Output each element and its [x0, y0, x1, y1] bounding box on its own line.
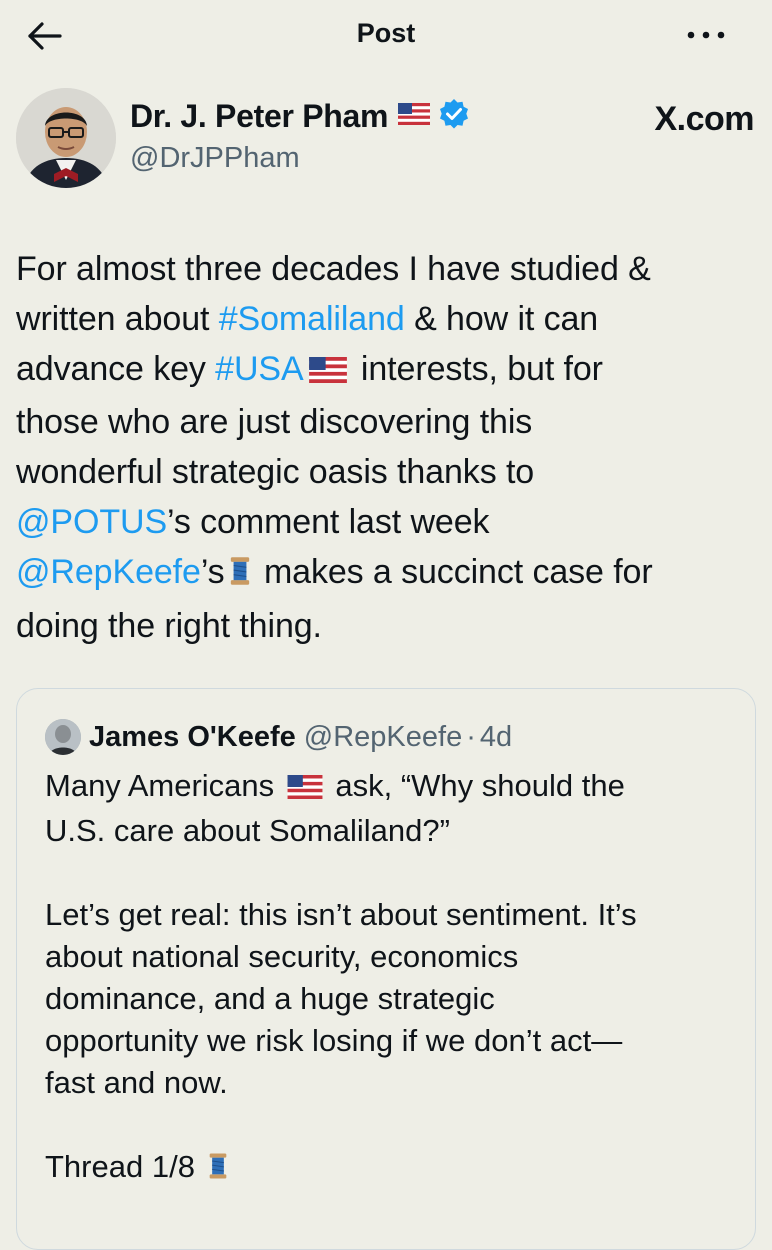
- post-line: wonderful strategic oasis thanks to: [16, 447, 756, 497]
- text-segment: doing the right thing.: [16, 607, 322, 645]
- mention-link[interactable]: @POTUS: [16, 503, 167, 541]
- more-options-button[interactable]: [678, 14, 738, 54]
- post-body: For almost three decades I have studied …: [16, 244, 756, 651]
- text-segment: For almost three decades I have studied …: [16, 250, 651, 288]
- post-line: @POTUS’s comment last week: [16, 497, 756, 547]
- top-bar: Post: [0, 0, 772, 72]
- quote-line: dominance, and a huge strategic: [45, 978, 745, 1020]
- author-handle[interactable]: @DrJPPham: [130, 142, 300, 175]
- text-segment: advance key: [16, 350, 216, 388]
- text-segment: ’s: [200, 553, 225, 591]
- quoted-post[interactable]: James O'Keefe @RepKeefe · 4d Many Americ…: [16, 688, 756, 1250]
- hashtag-link[interactable]: #USA: [215, 350, 304, 388]
- quote-line: Many Americans ask, “Why should the: [45, 765, 745, 810]
- quote-line: [45, 1104, 745, 1146]
- more-horizontal-icon: [687, 31, 725, 39]
- quoted-post-time: 4d: [479, 720, 513, 753]
- mention-link[interactable]: @RepKeefe: [16, 553, 201, 591]
- post-line: doing the right thing.: [16, 601, 756, 651]
- page-title: Post: [356, 18, 416, 48]
- quote-line: Let’s get real: this isn’t about sentime…: [45, 894, 745, 936]
- text-segment: & how it can: [404, 300, 599, 338]
- text-segment: ask, “Why should the: [326, 768, 625, 803]
- quote-line: U.S. care about Somaliland?”: [45, 810, 745, 852]
- text-segment: Many Americans: [45, 768, 283, 803]
- post-line: For almost three decades I have studied …: [16, 244, 756, 294]
- thread-spool-icon: [208, 1150, 228, 1192]
- post-author: Dr. J. Peter Pham @DrJPPham X.com: [16, 88, 756, 188]
- avatar[interactable]: [16, 88, 116, 188]
- text-segment: about national security, economics: [45, 939, 519, 974]
- quote-line: about national security, economics: [45, 936, 745, 978]
- text-segment: Thread 1/8: [45, 1149, 204, 1184]
- post-line: those who are just discovering this: [16, 397, 756, 447]
- us-flag-icon: [308, 347, 348, 397]
- text-segment: ’s comment last week: [167, 503, 490, 541]
- source-watermark: X.com: [654, 100, 754, 138]
- text-segment: interests, but for: [351, 350, 603, 388]
- text-segment: wonderful strategic oasis thanks to: [16, 453, 535, 491]
- us-flag-icon: [398, 103, 431, 130]
- text-segment: fast and now.: [45, 1065, 228, 1100]
- text-segment: those who are just discovering this: [16, 403, 533, 441]
- quote-line: opportunity we risk losing if we don’t a…: [45, 1020, 745, 1062]
- thread-spool-icon: [229, 551, 251, 601]
- verified-badge-icon: [438, 98, 470, 135]
- text-segment: Let’s get real: this isn’t about sentime…: [45, 897, 637, 932]
- quoted-post-body: Many Americans ask, “Why should the U.S. …: [45, 765, 745, 1192]
- text-segment: makes a succinct case for: [254, 553, 653, 591]
- post-line: advance key #USA interests, but for: [16, 344, 756, 397]
- separator-dot: ·: [466, 720, 476, 753]
- text-segment: opportunity we risk losing if we don’t a…: [45, 1023, 623, 1058]
- author-name: Dr. J. Peter Pham: [130, 98, 389, 134]
- quote-line: [45, 852, 745, 894]
- us-flag-icon: [287, 768, 323, 810]
- quoted-post-header: James O'Keefe @RepKeefe · 4d: [45, 719, 512, 755]
- quoted-author-avatar: [45, 719, 81, 755]
- text-segment: U.S. care about Somaliland?”: [45, 813, 450, 848]
- text-segment: dominance, and a huge strategic: [45, 981, 495, 1016]
- avatar-image: [16, 88, 116, 188]
- quote-line: Thread 1/8: [45, 1146, 745, 1192]
- quoted-author-handle: @RepKeefe: [303, 720, 463, 753]
- quoted-author-name: James O'Keefe: [89, 720, 296, 753]
- post-line: @RepKeefe’s makes a succinct case for: [16, 547, 756, 601]
- quote-line: fast and now.: [45, 1062, 745, 1104]
- text-segment: written about: [16, 300, 219, 338]
- author-name-row[interactable]: Dr. J. Peter Pham: [130, 98, 470, 135]
- hashtag-link[interactable]: #Somaliland: [219, 300, 405, 338]
- post-line: written about #Somaliland & how it can: [16, 294, 756, 344]
